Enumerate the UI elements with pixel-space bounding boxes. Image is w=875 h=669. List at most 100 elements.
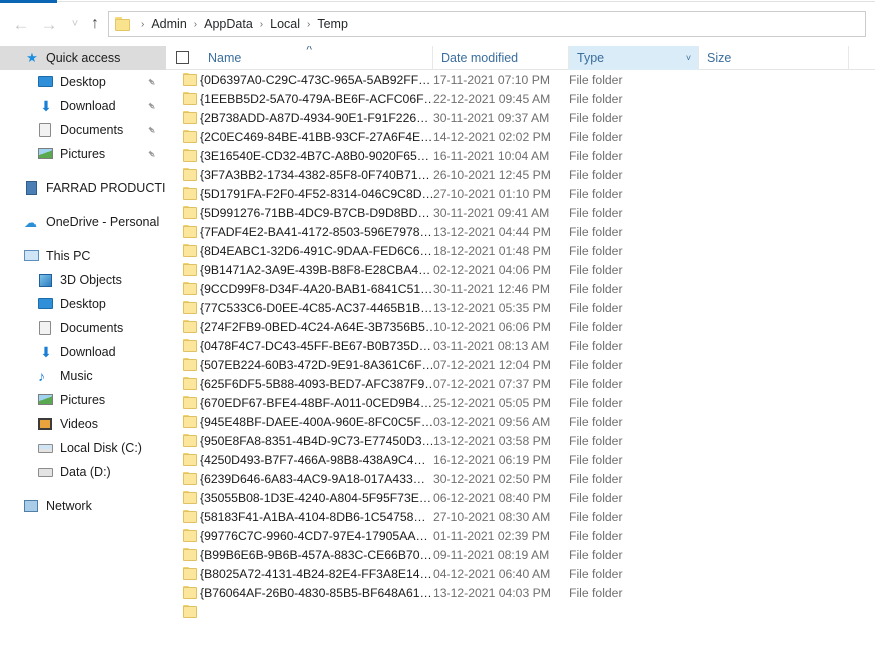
file-rows-container: {0D6397A0-C29C-473C-965A-5AB92FF…17-11-2… bbox=[166, 70, 875, 621]
row-name: {2B738ADD-A87D-4934-90E1-F91F226… bbox=[200, 111, 433, 125]
back-arrow-icon[interactable]: ← bbox=[8, 12, 34, 36]
row-date-modified: 13-12-2021 04:03 PM bbox=[433, 586, 569, 600]
document-icon bbox=[38, 122, 54, 138]
table-row[interactable]: {B8025A72-4131-4B24-82E4-FF3A8E14…04-12-… bbox=[166, 564, 875, 583]
row-type: File folder bbox=[569, 282, 699, 296]
address-bar[interactable]: › Admin › AppData › Local › Temp bbox=[108, 11, 866, 37]
table-row-partial[interactable] bbox=[166, 602, 875, 621]
sidebar-item-documents[interactable]: Documents✒ bbox=[0, 118, 166, 142]
sidebar-item-videos[interactable]: Videos bbox=[0, 412, 166, 436]
table-row[interactable]: {0478F4C7-DC43-45FF-BE67-B0B735D…03-11-2… bbox=[166, 336, 875, 355]
column-header-size[interactable]: Size bbox=[699, 46, 849, 70]
table-row[interactable]: {3F7A3BB2-1734-4382-85F8-0F740B71…26-10-… bbox=[166, 165, 875, 184]
table-row[interactable]: {99776C7C-9960-4CD7-97E4-17905AA…01-11-2… bbox=[166, 526, 875, 545]
row-date-modified: 30-11-2021 09:37 AM bbox=[433, 111, 569, 125]
table-row[interactable]: {77C533C6-D0EE-4C85-AC37-4465B1B…13-12-2… bbox=[166, 298, 875, 317]
sidebar-item-download[interactable]: ⬇Download bbox=[0, 340, 166, 364]
sidebar-item-pictures[interactable]: Pictures bbox=[0, 388, 166, 412]
sidebar-item-onedrive-personal[interactable]: ☁OneDrive - Personal bbox=[0, 210, 166, 234]
sidebar-item-desktop[interactable]: Desktop bbox=[0, 292, 166, 316]
row-name: {77C533C6-D0EE-4C85-AC37-4465B1B… bbox=[200, 301, 433, 315]
folder-icon bbox=[166, 396, 200, 409]
forward-arrow-icon[interactable]: → bbox=[36, 12, 62, 36]
video-icon bbox=[38, 416, 54, 432]
table-row[interactable]: {274F2FB9-0BED-4C24-A64E-3B7356B5…10-12-… bbox=[166, 317, 875, 336]
table-row[interactable]: {B99B6E6B-9B6B-457A-883C-CE66B70…09-11-2… bbox=[166, 545, 875, 564]
sidebar-item-quick-access[interactable]: ★Quick access bbox=[0, 46, 166, 70]
breadcrumb-local[interactable]: Local bbox=[268, 17, 302, 31]
row-date-modified: 13-12-2021 04:44 PM bbox=[433, 225, 569, 239]
folder-icon bbox=[166, 358, 200, 371]
column-header-date-modified[interactable]: Date modified bbox=[433, 46, 569, 70]
breadcrumb-temp[interactable]: Temp bbox=[315, 17, 350, 31]
row-date-modified: 02-12-2021 04:06 PM bbox=[433, 263, 569, 277]
navigation-pane: ★Quick accessDesktop✒⬇Download✒Documents… bbox=[0, 46, 166, 669]
folder-icon bbox=[166, 472, 200, 485]
table-row[interactable]: {0D6397A0-C29C-473C-965A-5AB92FF…17-11-2… bbox=[166, 70, 875, 89]
table-row[interactable]: {7FADF4E2-BA41-4172-8503-596E7978…13-12-… bbox=[166, 222, 875, 241]
table-row[interactable]: {1EEBB5D2-5A70-479A-BE6F-ACFC06F…22-12-2… bbox=[166, 89, 875, 108]
sidebar-item-pictures[interactable]: Pictures✒ bbox=[0, 142, 166, 166]
table-row[interactable]: {9CCD99F8-D34F-4A20-BAB1-6841C51…30-11-2… bbox=[166, 279, 875, 298]
up-arrow-icon[interactable]: ↑ bbox=[82, 12, 108, 36]
sidebar-item-this-pc[interactable]: This PC bbox=[0, 244, 166, 268]
folder-icon bbox=[166, 282, 200, 295]
folder-icon bbox=[166, 605, 200, 618]
row-type: File folder bbox=[569, 472, 699, 486]
table-row[interactable]: {625F6DF5-5B88-4093-BED7-AFC387F9…07-12-… bbox=[166, 374, 875, 393]
table-row[interactable]: {507EB224-60B3-472D-9E91-8A361C6F…07-12-… bbox=[166, 355, 875, 374]
type-filter-chevron-icon[interactable]: ˅ bbox=[679, 46, 699, 70]
pin-icon[interactable]: ✒ bbox=[144, 75, 160, 91]
sidebar-item-desktop[interactable]: Desktop✒ bbox=[0, 70, 166, 94]
row-name: {1EEBB5D2-5A70-479A-BE6F-ACFC06F… bbox=[200, 92, 433, 106]
table-row[interactable]: {6239D646-6A83-4AC9-9A18-017A433…30-12-2… bbox=[166, 469, 875, 488]
sidebar-item-label: OneDrive - Personal bbox=[46, 215, 159, 229]
column-header-name[interactable]: Name ˄ bbox=[200, 46, 433, 70]
select-all-checkbox[interactable] bbox=[176, 51, 189, 64]
table-row[interactable]: {2C0EC469-84BE-41BB-93CF-27A6F4E…14-12-2… bbox=[166, 127, 875, 146]
table-row[interactable]: {8D4EABC1-32D6-491C-9DAA-FED6C6…18-12-20… bbox=[166, 241, 875, 260]
pin-icon[interactable]: ✒ bbox=[144, 99, 160, 115]
select-all-checkbox-cell[interactable] bbox=[166, 46, 200, 70]
sidebar-item-music[interactable]: ♪Music bbox=[0, 364, 166, 388]
folder-icon bbox=[166, 225, 200, 238]
table-row[interactable]: {9B1471A2-3A9E-439B-B8F8-E28CBA4…02-12-2… bbox=[166, 260, 875, 279]
row-date-modified: 10-12-2021 06:06 PM bbox=[433, 320, 569, 334]
breadcrumb-admin[interactable]: Admin bbox=[149, 17, 188, 31]
pin-icon[interactable]: ✒ bbox=[144, 147, 160, 163]
table-row[interactable]: {B76064AF-26B0-4830-85B5-BF648A61…13-12-… bbox=[166, 583, 875, 602]
sidebar-item-label: Videos bbox=[60, 417, 98, 431]
sidebar-item-label: Local Disk (C:) bbox=[60, 441, 142, 455]
row-date-modified: 18-12-2021 01:48 PM bbox=[433, 244, 569, 258]
column-header-size-label: Size bbox=[707, 51, 731, 65]
table-row[interactable]: {5D1791FA-F2F0-4F52-8314-046C9C8D…27-10-… bbox=[166, 184, 875, 203]
sidebar-item-download[interactable]: ⬇Download✒ bbox=[0, 94, 166, 118]
table-row[interactable]: {670EDF67-BFE4-48BF-A011-0CED9B4…25-12-2… bbox=[166, 393, 875, 412]
row-type: File folder bbox=[569, 567, 699, 581]
table-row[interactable]: {3E16540E-CD32-4B7C-A8B0-9020F65…16-11-2… bbox=[166, 146, 875, 165]
sidebar-item-data-d[interactable]: Data (D:) bbox=[0, 460, 166, 484]
table-row[interactable]: {58183F41-A1BA-4104-8DB6-1C54758…27-10-2… bbox=[166, 507, 875, 526]
row-date-modified: 09-11-2021 08:19 AM bbox=[433, 548, 569, 562]
row-date-modified: 27-10-2021 08:30 AM bbox=[433, 510, 569, 524]
row-type: File folder bbox=[569, 548, 699, 562]
table-row[interactable]: {945E48BF-DAEE-400A-960E-8FC0C5F…03-12-2… bbox=[166, 412, 875, 431]
sidebar-item-network[interactable]: Network bbox=[0, 494, 166, 518]
table-row[interactable]: {5D991276-71BB-4DC9-B7CB-D9D8BD…30-11-20… bbox=[166, 203, 875, 222]
row-date-modified: 17-11-2021 07:10 PM bbox=[433, 73, 569, 87]
sidebar-item-farrad-production[interactable]: FARRAD PRODUCTION bbox=[0, 176, 166, 200]
table-row[interactable]: {4250D493-B7F7-466A-98B8-438A9C4…16-12-2… bbox=[166, 450, 875, 469]
row-type: File folder bbox=[569, 263, 699, 277]
sidebar-item-3d-objects[interactable]: 3D Objects bbox=[0, 268, 166, 292]
column-header-type[interactable]: Type bbox=[569, 46, 679, 70]
row-date-modified: 14-12-2021 02:02 PM bbox=[433, 130, 569, 144]
sidebar-item-documents[interactable]: Documents bbox=[0, 316, 166, 340]
table-row[interactable]: {2B738ADD-A87D-4934-90E1-F91F226…30-11-2… bbox=[166, 108, 875, 127]
table-row[interactable]: {950E8FA8-8351-4B4D-9C73-E77450D3…13-12-… bbox=[166, 431, 875, 450]
sidebar-item-local-disk-c[interactable]: Local Disk (C:) bbox=[0, 436, 166, 460]
sidebar-group-spacer bbox=[0, 484, 166, 494]
table-row[interactable]: {35055B08-1D3E-4240-A804-5F95F73E…06-12-… bbox=[166, 488, 875, 507]
pin-icon[interactable]: ✒ bbox=[144, 123, 160, 139]
breadcrumb-appdata[interactable]: AppData bbox=[202, 17, 255, 31]
row-name: {9B1471A2-3A9E-439B-B8F8-E28CBA4… bbox=[200, 263, 433, 277]
